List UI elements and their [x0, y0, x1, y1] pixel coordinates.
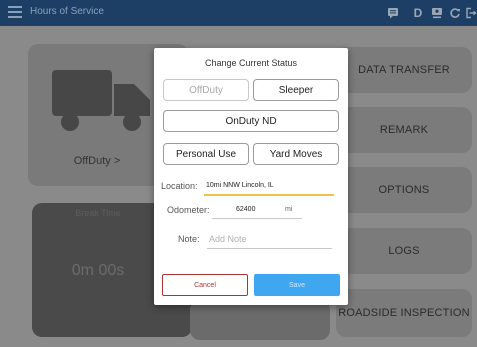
odometer-field[interactable]: 62400: [236, 206, 255, 213]
onduty-nd-button[interactable]: OnDuty ND: [163, 110, 339, 132]
driver-icon[interactable]: [428, 3, 446, 23]
odometer-label: Odometer:: [167, 205, 210, 215]
location-underline: [204, 194, 334, 196]
remark-button[interactable]: REMARK: [336, 107, 472, 153]
note-underline: [207, 248, 332, 249]
options-button[interactable]: OPTIONS: [336, 167, 472, 213]
change-status-dialog: Change Current Status OffDuty Sleeper On…: [154, 48, 348, 305]
message-icon[interactable]: [384, 3, 402, 23]
location-field[interactable]: 10mi NNW Lincoln, IL: [206, 182, 274, 189]
data-transfer-button[interactable]: DATA TRANSFER: [336, 47, 472, 93]
current-status-label: OffDuty >: [73, 155, 121, 167]
location-label: Location:: [161, 181, 198, 191]
personal-use-button[interactable]: Personal Use: [163, 143, 249, 165]
break-time-value: 0m 00s: [71, 262, 125, 279]
offduty-button[interactable]: OffDuty: [163, 79, 249, 101]
app-bar: Hours of Service D: [0, 0, 477, 26]
d-icon[interactable]: D: [409, 3, 427, 23]
app-title: Hours of Service: [30, 6, 104, 17]
roadside-inspection-button[interactable]: ROADSIDE INSPECTION: [336, 289, 472, 337]
bottom-card: [190, 300, 330, 340]
cancel-button[interactable]: Cancel: [162, 274, 248, 296]
dialog-title: Change Current Status: [204, 58, 298, 68]
logout-icon[interactable]: [462, 3, 477, 23]
truck-icon: [52, 66, 156, 143]
odometer-underline: [212, 218, 302, 219]
save-button[interactable]: Save: [254, 274, 340, 296]
note-field[interactable]: Add Note: [209, 234, 247, 244]
note-label: Note:: [178, 234, 200, 244]
odometer-unit: mi: [285, 206, 293, 213]
logs-button[interactable]: LOGS: [336, 228, 472, 274]
yard-moves-button[interactable]: Yard Moves: [253, 143, 339, 165]
break-time-label: Break Time: [75, 208, 121, 218]
menu-icon[interactable]: [8, 6, 22, 20]
sleeper-button[interactable]: Sleeper: [253, 79, 339, 101]
